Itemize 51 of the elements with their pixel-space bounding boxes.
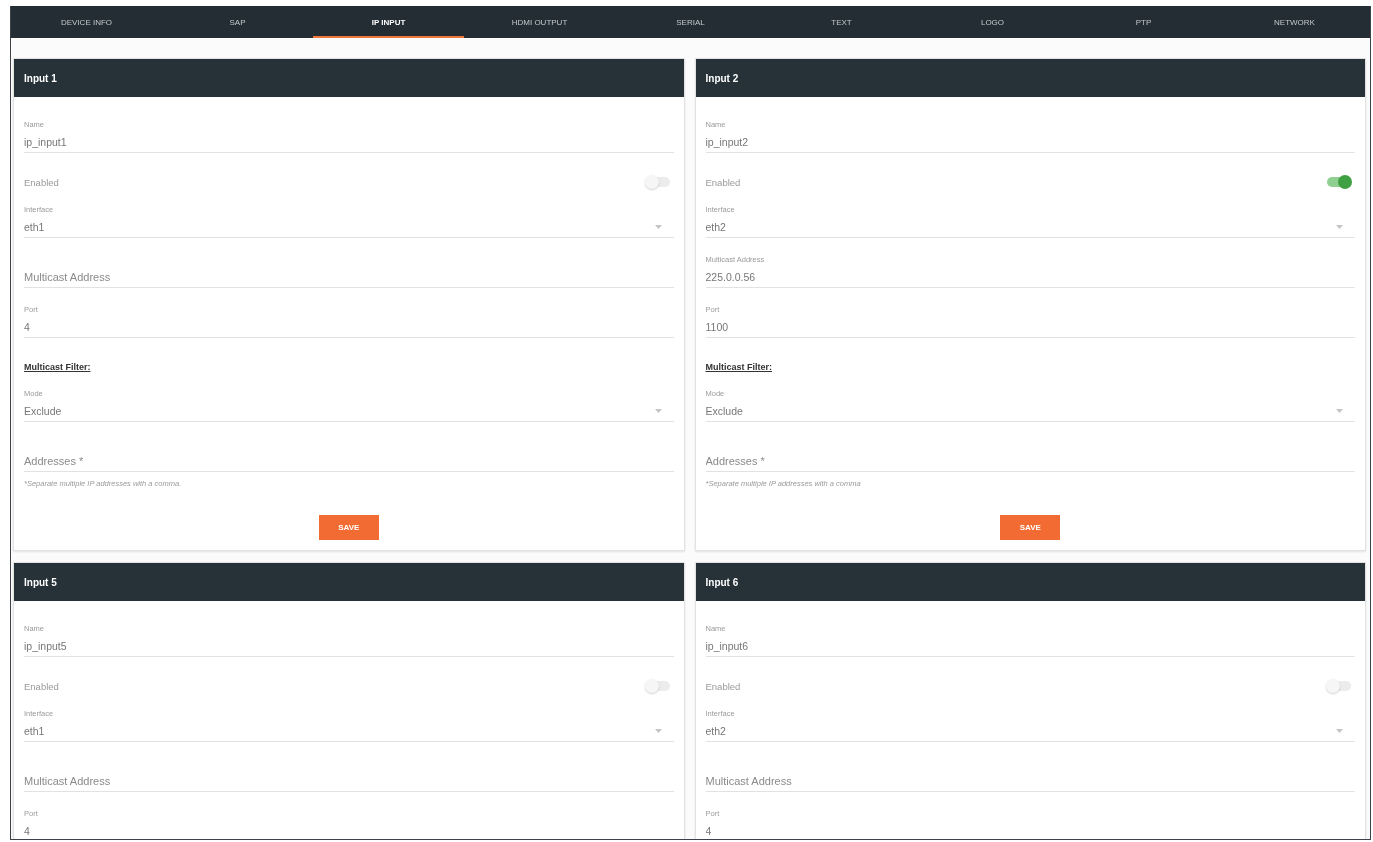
toggle-switch[interactable]	[645, 679, 670, 693]
card-header: Input 1	[14, 59, 684, 97]
nav-tab[interactable]: PTP	[1068, 6, 1219, 38]
caret-icon	[1336, 408, 1343, 413]
nav-tab[interactable]: SAP	[162, 6, 313, 38]
caret-icon	[654, 408, 662, 413]
nav-tab[interactable]: IP INPUT	[313, 6, 464, 38]
nav-tab[interactable]: NETWORK	[1219, 6, 1370, 38]
input-field[interactable]: 4	[24, 316, 674, 338]
caret-icon	[654, 728, 662, 733]
select-field[interactable]: eth1	[24, 720, 674, 742]
section-heading: Multicast Filter:	[705, 361, 772, 374]
input-field[interactable]: 4	[24, 820, 674, 839]
input-field[interactable]: ip_input2	[705, 131, 1355, 153]
input-field[interactable]: ip_input6	[705, 635, 1355, 657]
caret-icon	[1336, 728, 1343, 733]
input-field[interactable]: Addresses *	[24, 450, 674, 472]
input-field[interactable]: Addresses *	[705, 450, 1355, 472]
section-heading: Multicast Filter:	[24, 361, 91, 374]
input-field[interactable]: ip_input1	[24, 131, 674, 153]
input-field[interactable]: Multicast Address	[24, 266, 674, 288]
input-field[interactable]: ip_input5	[24, 635, 674, 657]
toggle-switch[interactable]	[1327, 679, 1351, 693]
select-field[interactable]: eth1	[24, 216, 674, 238]
toggle-switch[interactable]	[1327, 175, 1351, 189]
toggle-label: Enabled	[24, 176, 59, 188]
card-header: Input 2	[695, 59, 1365, 97]
input-field[interactable]: 4	[705, 820, 1355, 839]
save-button[interactable]: SAVE	[318, 515, 379, 540]
input-field[interactable]: 225.0.0.56	[705, 266, 1355, 288]
caret-icon	[1336, 224, 1343, 229]
save-button[interactable]: SAVE	[1000, 515, 1061, 540]
nav-tab[interactable]: SERIAL	[615, 6, 766, 38]
caret-icon	[654, 224, 662, 229]
toggle-label: Enabled	[705, 176, 741, 188]
select-field[interactable]: Exclude	[705, 400, 1355, 422]
nav-tab[interactable]: LOGO	[917, 6, 1068, 38]
select-field[interactable]: Exclude	[24, 400, 674, 422]
nav-tab[interactable]: DEVICE INFO	[11, 6, 162, 38]
nav-tab[interactable]: TEXT	[766, 6, 917, 38]
card-header: Input 5	[14, 563, 684, 601]
nav-tab[interactable]: HDMI OUTPUT	[464, 6, 615, 38]
input-field[interactable]: Multicast Address	[24, 770, 674, 792]
input-field[interactable]: Multicast Address	[705, 770, 1355, 792]
select-field[interactable]: eth2	[705, 216, 1355, 238]
card-header: Input 6	[695, 563, 1365, 601]
toggle-label: Enabled	[24, 680, 59, 692]
toggle-label: Enabled	[705, 680, 741, 692]
input-field[interactable]: 1100	[705, 316, 1355, 338]
toggle-switch[interactable]	[645, 175, 670, 189]
select-field[interactable]: eth2	[705, 720, 1355, 742]
